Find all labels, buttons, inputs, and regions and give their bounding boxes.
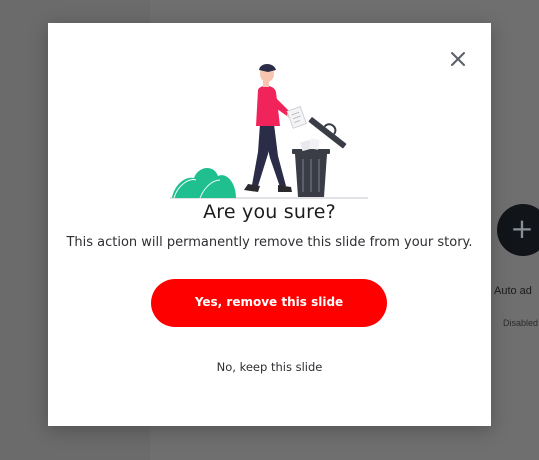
dialog-message: This action will permanently remove this…	[66, 235, 473, 250]
trash-illustration	[170, 46, 370, 202]
auto-advance-label: Auto ad	[494, 285, 532, 297]
confirm-delete-dialog: Are you sure? This action will permanent…	[48, 23, 491, 426]
dialog-title: Are you sure?	[203, 201, 336, 223]
remove-slide-button[interactable]: Yes, remove this slide	[151, 279, 387, 327]
keep-slide-button[interactable]: No, keep this slide	[48, 360, 491, 374]
close-icon[interactable]	[449, 50, 467, 68]
disabled-status-label: Disabled	[503, 318, 539, 328]
